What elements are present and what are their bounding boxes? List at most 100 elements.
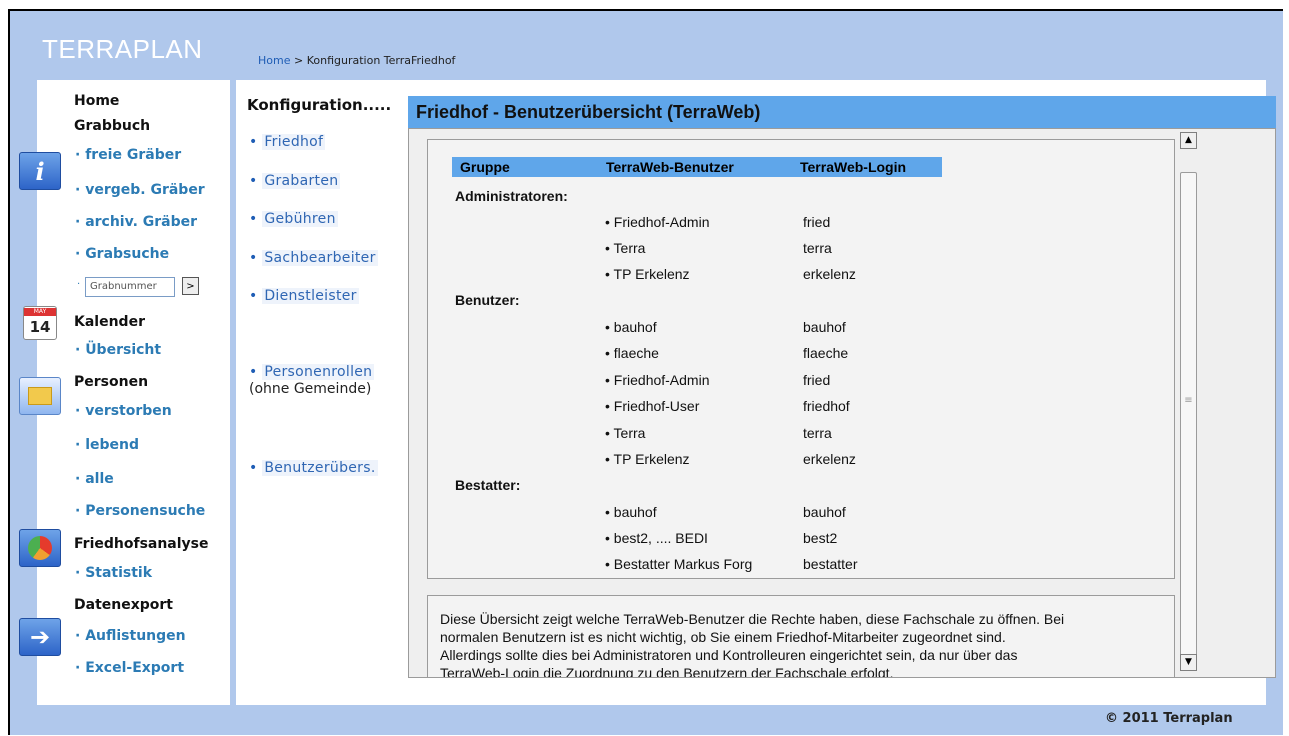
logo: TERRAPLAN — [42, 34, 203, 64]
search-bullet: · — [77, 279, 81, 290]
group-label: Bestatter: — [455, 477, 521, 493]
group-label: Administratoren: — [455, 188, 568, 204]
user-name: • TP Erkelenz — [605, 451, 690, 467]
grabnummer-input[interactable]: Grabnummer — [85, 277, 175, 297]
user-name: • Friedhof-Admin — [605, 214, 710, 230]
config-link-sachbearbeiter[interactable]: • Sachbearbeiter — [249, 250, 378, 266]
folder-icon — [19, 377, 61, 415]
nav-lebend[interactable]: · lebend — [75, 437, 139, 453]
user-name: • flaeche — [605, 345, 659, 361]
nav-grabbuch-heading: Grabbuch — [74, 118, 151, 134]
scroll-up-icon[interactable]: ▲ — [1180, 132, 1197, 149]
user-login: bauhof — [803, 504, 846, 520]
bullet: • — [249, 134, 258, 150]
description-line: TerraWeb-Login die Zuordnung zu den Benu… — [440, 665, 894, 678]
config-link-benutzeruebersicht[interactable]: • Benutzerübers. — [249, 460, 378, 476]
user-login: flaeche — [803, 345, 849, 361]
nav-vergeb-graeber[interactable]: · vergeb. Gräber — [75, 182, 205, 198]
nav-home[interactable]: Home — [74, 93, 119, 109]
user-name: • bauhof — [605, 319, 657, 335]
bullet: • — [249, 211, 258, 227]
nav-statistik[interactable]: · Statistik — [75, 565, 152, 581]
content-title: Friedhof - Benutzerübersicht (TerraWeb) — [408, 96, 1276, 128]
nav-auflistungen[interactable]: · Auflistungen — [75, 628, 186, 644]
user-login: best2 — [803, 530, 838, 546]
config-link-friedhof[interactable]: • Friedhof — [249, 134, 326, 150]
grip-icon: ≡ — [1184, 395, 1193, 406]
breadcrumb-current: Konfiguration TerraFriedhof — [306, 54, 456, 67]
config-link-dienstleister[interactable]: • Dienstleister — [249, 288, 359, 304]
copyright: © 2011 Terraplan — [1105, 711, 1233, 726]
user-name: • Friedhof-Admin — [605, 372, 710, 388]
calendar-month: MAY — [24, 308, 56, 316]
user-name: • Terra — [605, 425, 646, 441]
user-name: • Bestatter Markus Forg — [605, 556, 753, 572]
bullet: • — [249, 250, 258, 266]
arrow-right-icon: ➔ — [19, 618, 61, 656]
nav-friedhofsanalyse-heading: Friedhofsanalyse — [74, 536, 209, 552]
user-login: terra — [803, 240, 832, 256]
scroll-down-icon[interactable]: ▼ — [1180, 654, 1197, 671]
nav-freie-graeber[interactable]: · freie Gräber — [75, 147, 181, 163]
calendar-icon: MAY 14 — [23, 306, 57, 340]
user-name: • Terra — [605, 240, 646, 256]
user-table-box: Gruppe TerraWeb-Benutzer TerraWeb-Login … — [427, 139, 1175, 579]
description-box: Diese Übersicht zeigt welche TerraWeb-Be… — [427, 595, 1175, 678]
user-login: erkelenz — [803, 266, 856, 282]
config-link-label[interactable]: Personenrollen — [262, 364, 375, 380]
user-name: • TP Erkelenz — [605, 266, 690, 282]
group-label: Benutzer: — [455, 292, 520, 308]
config-note: (ohne Gemeinde) — [249, 381, 372, 397]
user-login: bestatter — [803, 556, 858, 572]
nav-uebersicht[interactable]: · Übersicht — [75, 342, 161, 358]
col-header-benutzer: TerraWeb-Benutzer — [598, 157, 792, 177]
user-login: friedhof — [803, 398, 850, 414]
grabnummer-search-button[interactable]: > — [182, 277, 199, 295]
nav-verstorben[interactable]: · verstorben — [75, 403, 172, 419]
info-icon: i — [19, 152, 61, 190]
config-link-label[interactable]: Gebühren — [262, 211, 338, 227]
calendar-day: 14 — [29, 318, 51, 336]
breadcrumb-home-link[interactable]: Home — [258, 54, 290, 67]
user-login: fried — [803, 214, 831, 230]
nav-kalender-heading: Kalender — [74, 314, 145, 330]
col-header-gruppe: Gruppe — [452, 157, 598, 177]
nav-archiv-graeber[interactable]: · archiv. Gräber — [75, 214, 197, 230]
vertical-scrollbar[interactable]: ▲ ≡ ▼ — [1180, 132, 1198, 672]
user-name: • Friedhof-User — [605, 398, 700, 414]
user-login: fried — [803, 372, 831, 388]
nav-personensuche[interactable]: · Personensuche — [75, 503, 205, 519]
content-area: Gruppe TerraWeb-Benutzer TerraWeb-Login … — [408, 128, 1276, 678]
nav-alle[interactable]: · alle — [75, 471, 114, 487]
nav-grabsuche[interactable]: · Grabsuche — [75, 246, 169, 262]
config-link-personenrollen[interactable]: • Personenrollen — [249, 364, 375, 380]
description-line: Allerdings sollte dies bei Administrator… — [440, 647, 1018, 663]
config-link-grabarten[interactable]: • Grabarten — [249, 173, 341, 189]
config-title: Konfiguration..... — [247, 96, 392, 114]
bullet: • — [249, 288, 258, 304]
user-login: bauhof — [803, 319, 846, 335]
nav-excel-export[interactable]: · Excel-Export — [75, 660, 184, 676]
scroll-thumb[interactable]: ≡ — [1180, 172, 1197, 660]
pie-chart-icon — [19, 529, 61, 567]
config-link-label[interactable]: Sachbearbeiter — [262, 250, 378, 266]
description-line: normalen Benutzern ist es nicht wichtig,… — [440, 629, 1006, 645]
breadcrumb: Home > Konfiguration TerraFriedhof — [258, 54, 455, 67]
user-name: • bauhof — [605, 504, 657, 520]
config-link-gebuehren[interactable]: • Gebühren — [249, 211, 338, 227]
bullet: • — [249, 460, 258, 476]
nav-personen-heading: Personen — [74, 374, 149, 390]
config-link-label[interactable]: Friedhof — [262, 134, 326, 150]
description-line: Diese Übersicht zeigt welche TerraWeb-Be… — [440, 611, 1065, 627]
user-name: • best2, .... BEDI — [605, 530, 708, 546]
bullet: • — [249, 364, 258, 380]
config-link-label[interactable]: Grabarten — [262, 173, 341, 189]
config-link-label[interactable]: Benutzerübers. — [262, 460, 378, 476]
breadcrumb-separator: > — [290, 54, 307, 67]
config-link-label[interactable]: Dienstleister — [262, 288, 359, 304]
user-login: terra — [803, 425, 832, 441]
table-header: Gruppe TerraWeb-Benutzer TerraWeb-Login — [452, 157, 942, 177]
nav-datenexport-heading: Datenexport — [74, 597, 173, 613]
col-header-login: TerraWeb-Login — [792, 157, 942, 177]
bullet: • — [249, 173, 258, 189]
